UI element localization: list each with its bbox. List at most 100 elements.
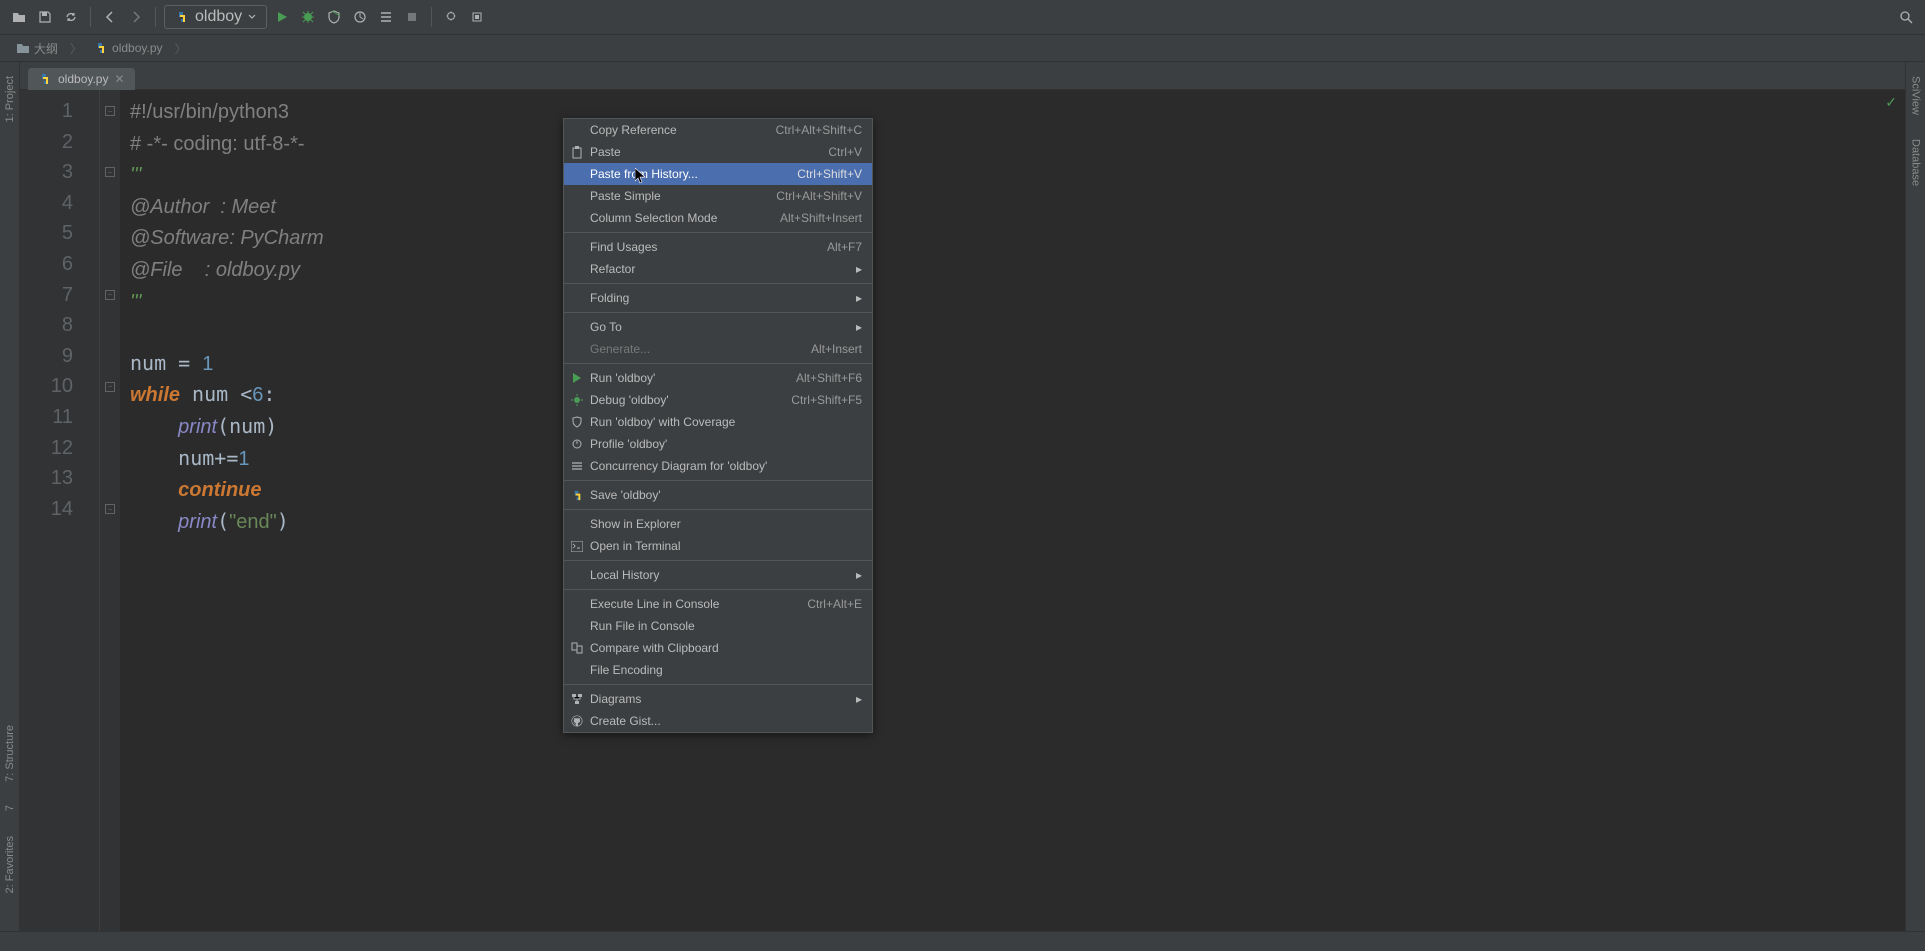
context-menu-item[interactable]: Debug 'oldboy'Ctrl+Shift+F5	[564, 389, 872, 411]
context-menu-item[interactable]: Run 'oldboy' with Coverage	[564, 411, 872, 433]
breadcrumb-folder[interactable]: 大纲	[10, 38, 64, 59]
context-menu-separator	[564, 589, 872, 590]
settings-icon[interactable]	[440, 6, 462, 28]
context-menu-label: Paste	[590, 145, 621, 159]
code-content[interactable]: #!/usr/bin/python3 # -*- coding: utf-8-*…	[120, 90, 1905, 931]
favorites-tool-button[interactable]: 2: Favorites	[2, 830, 18, 899]
context-menu-item[interactable]: Go To▸	[564, 316, 872, 338]
context-menu-item[interactable]: Refactor▸	[564, 258, 872, 280]
submenu-arrow-icon: ▸	[856, 692, 862, 706]
search-everywhere-icon[interactable]	[1895, 6, 1917, 28]
context-menu-label: Copy Reference	[590, 123, 677, 137]
unknown-tool-button[interactable]: 7	[2, 799, 18, 817]
editor-tabs: oldboy.py ✕	[20, 62, 1905, 90]
breadcrumb-label: 大纲	[34, 40, 58, 57]
line-number: 13	[20, 463, 99, 494]
context-menu-separator	[564, 560, 872, 561]
right-tool-stripe: SciView Database	[1905, 62, 1925, 931]
sciview-tool-button[interactable]: SciView	[1908, 70, 1924, 121]
context-menu-label: Local History	[590, 568, 659, 582]
context-menu-item[interactable]: Paste SimpleCtrl+Alt+Shift+V	[564, 185, 872, 207]
fold-marker-icon[interactable]: −	[105, 504, 115, 514]
profile-icon[interactable]	[349, 6, 371, 28]
context-menu-item[interactable]: Column Selection ModeAlt+Shift+Insert	[564, 207, 872, 229]
editor-tab-oldboy[interactable]: oldboy.py ✕	[28, 68, 135, 90]
context-menu-item[interactable]: File Encoding	[564, 659, 872, 681]
context-menu-shortcut: Ctrl+Alt+E	[807, 597, 862, 611]
context-menu-item[interactable]: Concurrency Diagram for 'oldboy'	[564, 455, 872, 477]
context-menu-shortcut: Ctrl+V	[828, 145, 862, 159]
context-menu-item[interactable]: Execute Line in Console Ctrl+Alt+E	[564, 593, 872, 615]
submenu-arrow-icon: ▸	[856, 291, 862, 305]
fold-marker-icon[interactable]: −	[105, 382, 115, 392]
line-number: 11	[20, 402, 99, 433]
context-menu-label: Folding	[590, 291, 629, 305]
line-number: 14	[20, 494, 99, 525]
structure-tool-button[interactable]: 7: Structure	[2, 719, 18, 788]
line-number: 3	[20, 157, 99, 188]
context-menu-item[interactable]: Create Gist...	[564, 710, 872, 732]
context-menu-item[interactable]: Folding ▸	[564, 287, 872, 309]
python-icon	[38, 72, 52, 86]
left-tool-stripe: 1: Project 7: Structure 7 2: Favorites	[0, 62, 20, 931]
concurrency-icon	[570, 459, 584, 473]
context-menu-label: Refactor	[590, 262, 635, 276]
run-config-name: oldboy	[195, 8, 242, 26]
debug-icon	[570, 393, 584, 407]
context-menu-shortcut: Ctrl+Shift+V	[797, 167, 862, 181]
context-menu-label: Run 'oldboy'	[590, 371, 655, 385]
breadcrumb-file[interactable]: oldboy.py	[88, 39, 168, 57]
context-menu-label: Save 'oldboy'	[590, 488, 661, 502]
context-menu-item[interactable]: Profile 'oldboy'	[564, 433, 872, 455]
line-number: 5	[20, 218, 99, 249]
context-menu-item[interactable]: Save 'oldboy'	[564, 484, 872, 506]
context-menu-shortcut: Alt+F7	[827, 240, 862, 254]
context-menu-item[interactable]: Copy ReferenceCtrl+Alt+Shift+C	[564, 119, 872, 141]
sync-icon[interactable]	[60, 6, 82, 28]
context-menu-item[interactable]: Local History▸	[564, 564, 872, 586]
status-bar	[0, 931, 1925, 951]
plugin-icon[interactable]	[466, 6, 488, 28]
editor[interactable]: 1234567891011121314 − − − − − #!/usr/bin…	[20, 90, 1905, 931]
context-menu-item[interactable]: Open in Terminal	[564, 535, 872, 557]
context-menu-label: Execute Line in Console	[590, 597, 719, 611]
concurrency-icon[interactable]	[375, 6, 397, 28]
run-icon[interactable]	[271, 6, 293, 28]
close-tab-icon[interactable]: ✕	[114, 72, 124, 86]
database-tool-button[interactable]: Database	[1908, 133, 1924, 192]
context-menu-item[interactable]: Show in Explorer	[564, 513, 872, 535]
context-menu-item[interactable]: Run 'oldboy'Alt+Shift+F6	[564, 367, 872, 389]
context-menu-item[interactable]: Compare with Clipboard	[564, 637, 872, 659]
context-menu-separator	[564, 232, 872, 233]
project-tool-button[interactable]: 1: Project	[2, 70, 18, 128]
open-file-icon[interactable]	[8, 6, 30, 28]
context-menu-item[interactable]: Paste Ctrl+V	[564, 141, 872, 163]
fold-marker-icon[interactable]: −	[105, 106, 115, 116]
stop-icon[interactable]	[401, 6, 423, 28]
context-menu-item[interactable]: Run File in Console	[564, 615, 872, 637]
context-menu-item[interactable]: Diagrams ▸	[564, 688, 872, 710]
context-menu-label: Show in Explorer	[590, 517, 681, 531]
diagrams-icon	[570, 692, 584, 706]
github-icon	[570, 714, 584, 728]
coverage-icon[interactable]	[323, 6, 345, 28]
fold-marker-icon[interactable]: −	[105, 290, 115, 300]
run-icon	[570, 371, 584, 385]
inspection-ok-icon[interactable]: ✓	[1885, 94, 1897, 111]
coverage-icon	[570, 415, 584, 429]
run-config-selector[interactable]: oldboy	[164, 5, 267, 29]
context-menu-label: Diagrams	[590, 692, 641, 706]
context-menu-label: Generate...	[590, 342, 650, 356]
context-menu-item[interactable]: Paste from History...Ctrl+Shift+V	[564, 163, 872, 185]
save-all-icon[interactable]	[34, 6, 56, 28]
context-menu-item[interactable]: Find UsagesAlt+F7	[564, 236, 872, 258]
context-menu-separator	[564, 363, 872, 364]
toolbar-separator	[155, 7, 156, 27]
line-number: 1	[20, 96, 99, 127]
forward-icon[interactable]	[125, 6, 147, 28]
debug-icon[interactable]	[297, 6, 319, 28]
context-menu-separator	[564, 312, 872, 313]
back-icon[interactable]	[99, 6, 121, 28]
editor-context-menu: Copy ReferenceCtrl+Alt+Shift+C Paste Ctrl+…	[563, 118, 873, 733]
fold-marker-icon[interactable]: −	[105, 167, 115, 177]
